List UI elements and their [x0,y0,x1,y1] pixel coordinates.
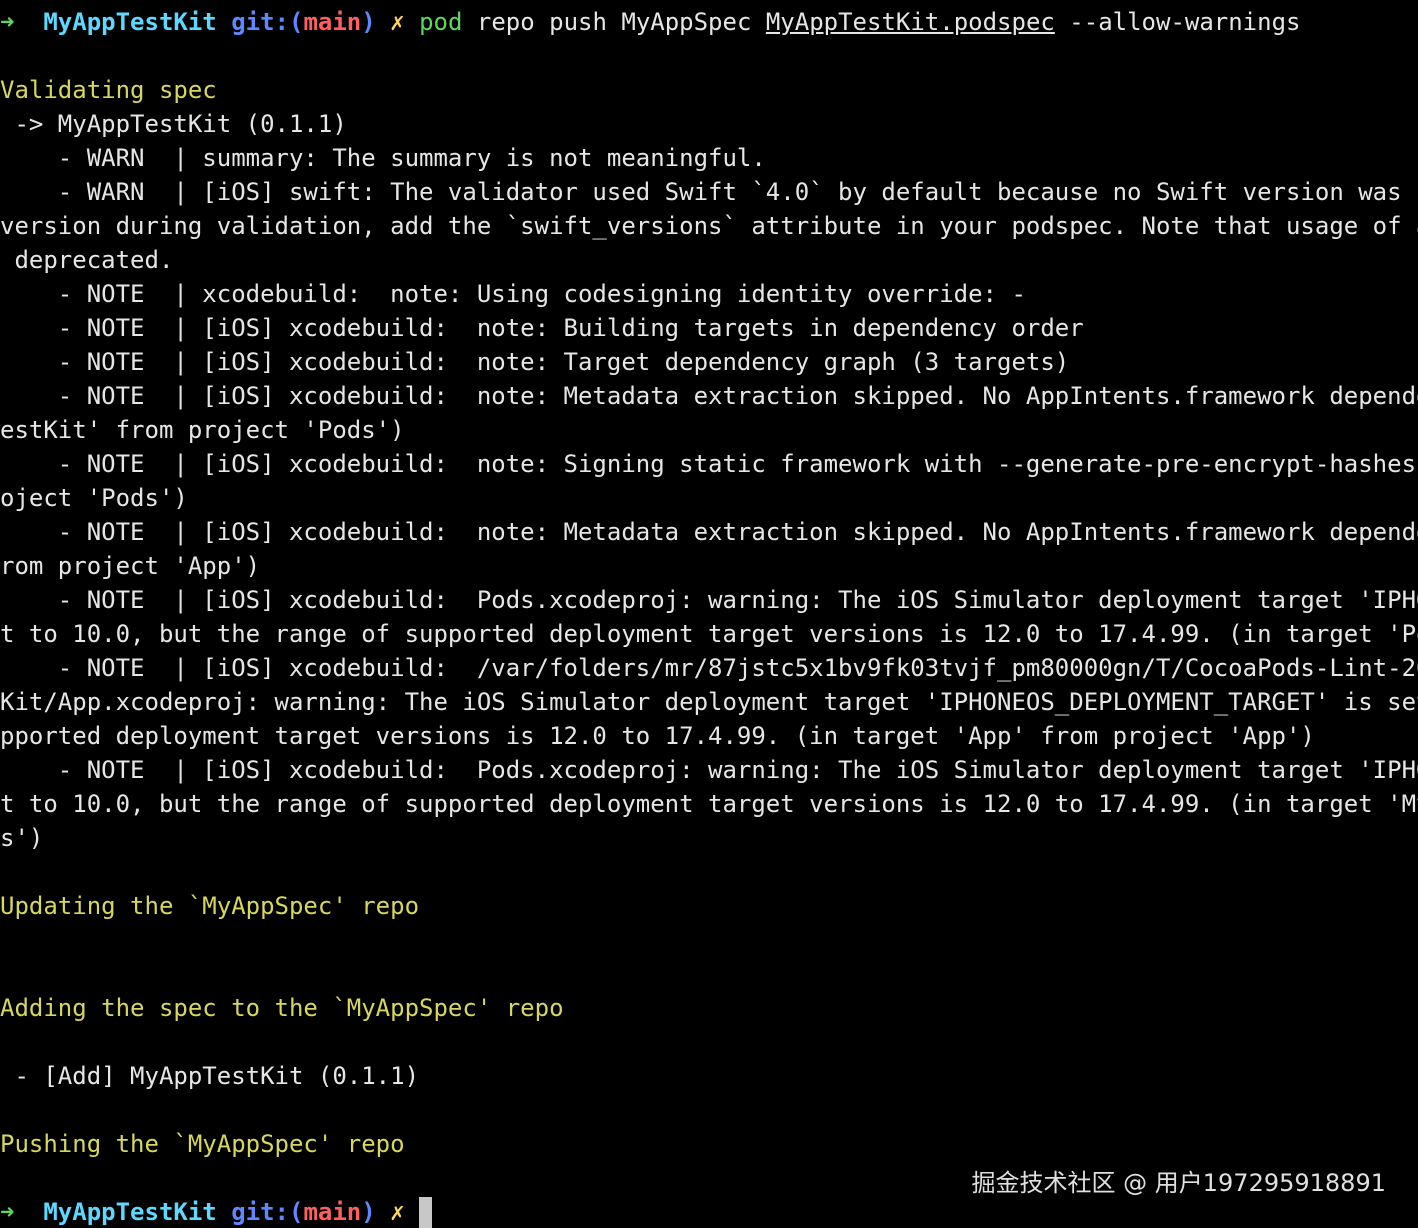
prompt-dirty-icon: ✗ [390,8,405,36]
prompt-arrow-icon: ➜ [0,8,15,36]
prompt-git-prefix: git:( [231,1198,304,1226]
output-add-line: - [Add] MyAppTestKit (0.1.1) [0,1062,420,1090]
output-line: - NOTE | xcodebuild: note: Using codesig… [0,280,1026,308]
terminal-window[interactable]: ➜ MyAppTestKit git:(main) ✗ pod repo pus… [0,0,1418,1228]
status-pushing: Pushing the `MyAppSpec' repo [0,1130,405,1158]
output-line: oject 'Pods') [0,484,188,512]
output-line: Kit/App.xcodeproj: warning: The iOS Simu… [0,688,1418,716]
output-line: - NOTE | [iOS] xcodebuild: note: Signing… [0,450,1418,478]
output-line: t to 10.0, but the range of supported de… [0,790,1418,818]
output-line: - NOTE | [iOS] xcodebuild: note: Metadat… [0,518,1418,546]
output-line: - WARN | summary: The summary is not mea… [0,144,766,172]
command-name: pod [419,8,463,36]
text-cursor [419,1197,433,1228]
command-flags: --allow-warnings [1054,8,1301,36]
output-line: estKit' from project 'Pods') [0,416,405,444]
output-line: deprecated. [0,246,174,274]
prompt-arrow-icon: ➜ [0,1198,15,1226]
command-prompt-line[interactable]: ➜ MyAppTestKit git:(main) ✗ [0,1195,433,1228]
output-line: version during validation, add the `swif… [0,212,1418,240]
command-prompt-line: ➜ MyAppTestKit git:(main) ✗ pod repo pus… [0,5,1300,39]
prompt-git-branch: main [303,1198,362,1226]
output-line: - NOTE | [iOS] xcodebuild: note: Buildin… [0,314,1084,342]
output-line: - NOTE | [iOS] xcodebuild: /var/folders/… [0,654,1418,682]
status-validating: Validating spec [0,76,217,104]
status-updating: Updating the `MyAppSpec' repo [0,892,420,920]
prompt-git-prefix: git:( [231,8,304,36]
output-line: - NOTE | [iOS] xcodebuild: Pods.xcodepro… [0,586,1418,614]
output-line: pported deployment target versions is 12… [0,722,1315,750]
output-line: - NOTE | [iOS] xcodebuild: Pods.xcodepro… [0,756,1418,784]
status-adding: Adding the spec to the `MyAppSpec' repo [0,994,564,1022]
prompt-git-branch: main [303,8,362,36]
prompt-directory: MyAppTestKit [43,8,217,36]
output-line: - WARN | [iOS] swift: The validator used… [0,178,1418,206]
prompt-dirty-icon: ✗ [390,1198,405,1226]
output-line: s') [0,824,44,852]
prompt-git-suffix: ) [361,8,376,36]
output-line: - NOTE | [iOS] xcodebuild: note: Metadat… [0,382,1418,410]
prompt-directory: MyAppTestKit [43,1198,217,1226]
command-file-link[interactable]: MyAppTestKit.podspec [766,8,1055,36]
prompt-git-suffix: ) [361,1198,376,1226]
output-line: rom project 'App') [0,552,261,580]
output-line: -> MyAppTestKit (0.1.1) [0,110,347,138]
output-line: t to 10.0, but the range of supported de… [0,620,1418,648]
output-line: - NOTE | [iOS] xcodebuild: note: Target … [0,348,1070,376]
command-args: repo push MyAppSpec [462,8,766,36]
watermark: 掘金技术社区 @ 用户197295918891 [971,1169,1387,1197]
